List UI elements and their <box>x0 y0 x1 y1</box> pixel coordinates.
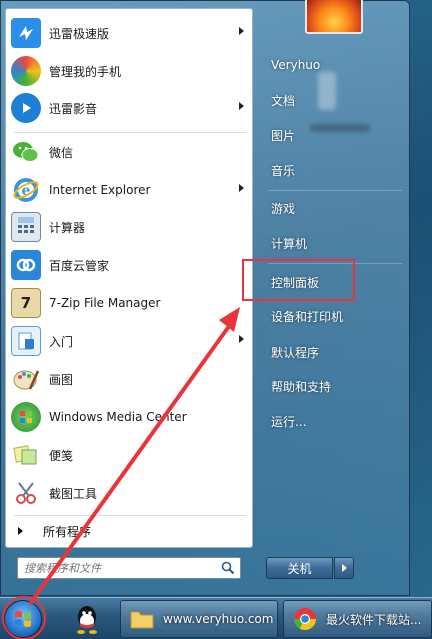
place-user-folder[interactable]: Veryhuo <box>271 50 401 80</box>
program-item-baidu-cloud[interactable]: 百度云管家 <box>6 247 252 283</box>
expand-arrow-icon <box>18 527 23 535</box>
place-label: 设备和打印机 <box>271 309 344 324</box>
highlight-box <box>242 259 355 301</box>
taskbar-item-chrome[interactable]: 最火软件下载站... <box>283 600 432 638</box>
program-label: 迅雷影音 <box>49 101 98 116</box>
place-games[interactable]: 游戏 <box>271 193 401 223</box>
submenu-arrow-icon <box>239 335 244 343</box>
program-label: 画图 <box>49 372 74 387</box>
getting-started-icon <box>11 326 41 356</box>
wechat-icon <box>11 137 41 167</box>
search-box[interactable] <box>17 557 241 579</box>
program-item-calculator[interactable]: 计算器 <box>6 209 252 245</box>
program-item-getting-started[interactable]: 入门 <box>6 323 252 359</box>
place-help-support[interactable]: 帮助和支持 <box>271 371 401 401</box>
program-label: 便笺 <box>49 448 74 463</box>
program-label: 微信 <box>49 145 74 160</box>
place-pictures[interactable]: 图片 <box>271 120 401 150</box>
program-label: Windows Media Center <box>49 410 187 424</box>
program-item-paint[interactable]: 画图 <box>6 361 252 397</box>
program-label: 截图工具 <box>49 486 98 501</box>
chevron-right-icon <box>341 564 347 572</box>
sticky-notes-icon <box>11 440 41 470</box>
place-default-programs[interactable]: 默认程序 <box>271 337 401 367</box>
program-label: 管理我的手机 <box>49 64 122 79</box>
program-item-snipping-tool[interactable]: 截图工具 <box>6 475 252 511</box>
all-programs-label: 所有程序 <box>43 524 92 539</box>
xunlei-bird-icon <box>11 18 41 48</box>
program-item-xunlei[interactable]: 迅雷极速版 <box>6 15 252 51</box>
search-area <box>5 549 253 589</box>
program-label: 迅雷极速版 <box>49 26 110 41</box>
program-item-phone-manager[interactable]: 管理我的手机 <box>6 53 252 89</box>
program-label: 百度云管家 <box>49 258 110 273</box>
program-item-xunlei-player[interactable]: 迅雷影音 <box>6 90 252 126</box>
place-label: 文档 <box>271 93 296 108</box>
search-icon[interactable] <box>221 561 235 575</box>
taskbar-item-qq[interactable] <box>62 600 112 638</box>
place-label: 音乐 <box>271 163 296 178</box>
shutdown-options-button[interactable] <box>334 557 354 579</box>
highlight-circle <box>2 596 46 639</box>
divider <box>14 132 246 133</box>
media-center-icon <box>11 402 41 432</box>
program-label: Internet Explorer <box>49 183 151 197</box>
place-devices-printers[interactable]: 设备和打印机 <box>271 301 401 331</box>
shutdown-button[interactable]: 关机 <box>266 557 333 579</box>
place-computer[interactable]: 计算机 <box>271 228 401 258</box>
7zip-icon: 7 <box>11 288 41 318</box>
place-label: 帮助和支持 <box>271 379 332 394</box>
place-label: 游戏 <box>271 201 296 216</box>
taskbar: www.veryhuo.com 最火软件下载站... <box>0 597 432 639</box>
taskbar-item-label: 最火软件下载站... <box>326 612 422 627</box>
submenu-arrow-icon <box>239 102 244 110</box>
program-item-media-center[interactable]: Windows Media Center <box>6 399 252 435</box>
qq-icon <box>77 606 97 634</box>
snipping-tool-icon <box>11 478 41 508</box>
taskbar-item-label: www.veryhuo.com <box>163 612 274 626</box>
xunlei-player-icon <box>11 93 41 123</box>
program-label: 7-Zip File Manager <box>49 296 161 310</box>
place-label: Veryhuo <box>271 58 321 72</box>
folder-icon <box>130 611 154 629</box>
ie-icon: e <box>11 175 41 205</box>
calculator-icon <box>11 212 41 242</box>
divider <box>268 190 402 191</box>
program-label: 入门 <box>49 334 74 349</box>
paint-icon <box>11 364 41 394</box>
submenu-arrow-icon <box>239 184 244 192</box>
phone-manager-icon <box>11 56 41 86</box>
place-label: 运行... <box>271 414 307 429</box>
program-item-sticky-notes[interactable]: 便笺 <box>6 437 252 473</box>
baidu-cloud-icon <box>11 250 41 280</box>
programs-pane: 迅雷极速版 管理我的手机 迅雷影音 微信 e Internet Explorer… <box>5 8 253 548</box>
search-input[interactable] <box>18 561 214 575</box>
submenu-arrow-icon <box>239 27 244 35</box>
all-programs-button[interactable]: 所有程序 <box>6 516 252 546</box>
program-label: 计算器 <box>49 220 86 235</box>
place-run[interactable]: 运行... <box>271 406 401 436</box>
taskbar-item-explorer[interactable]: www.veryhuo.com <box>120 600 278 638</box>
program-item-7zip[interactable]: 7 7-Zip File Manager <box>6 285 252 321</box>
program-item-ie[interactable]: e Internet Explorer <box>6 172 252 208</box>
place-label: 计算机 <box>271 236 308 251</box>
place-documents[interactable]: 文档 <box>271 85 401 115</box>
program-item-wechat[interactable]: 微信 <box>6 134 252 170</box>
place-music[interactable]: 音乐 <box>271 155 401 185</box>
place-label: 图片 <box>271 128 296 143</box>
chrome-icon <box>294 608 316 630</box>
place-label: 默认程序 <box>271 345 320 360</box>
